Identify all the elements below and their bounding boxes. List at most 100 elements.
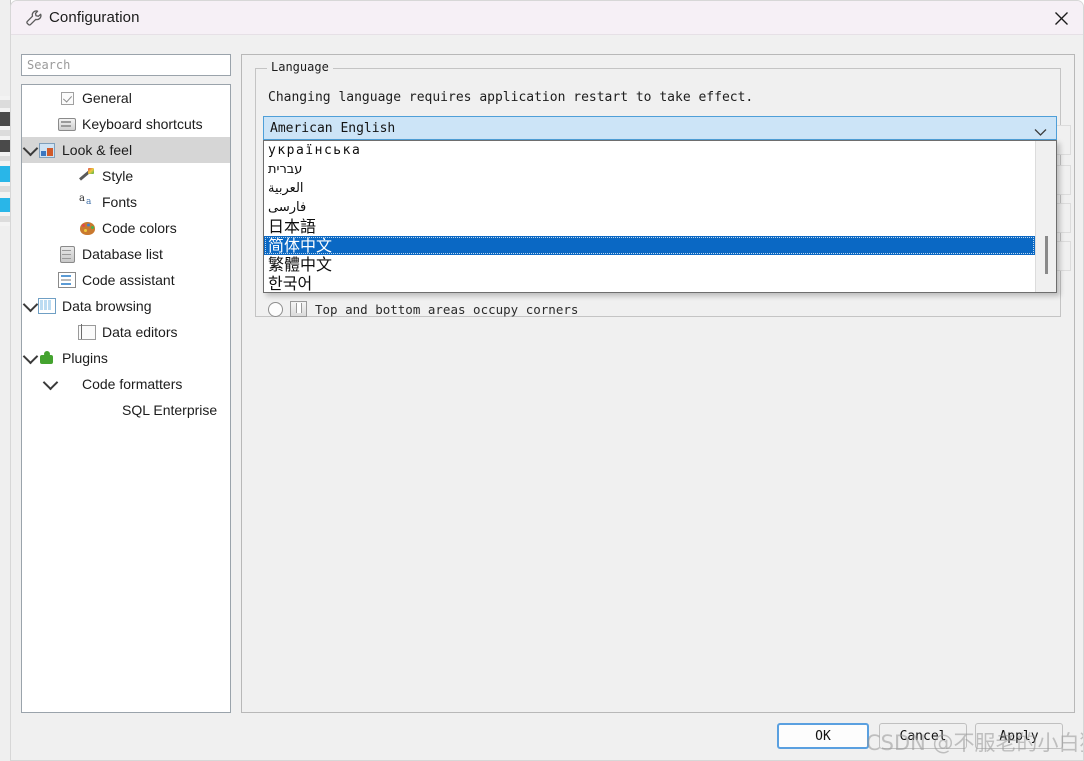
dropdown-scrollbar[interactable] [1035, 141, 1056, 292]
sidebar-item-code-formatters[interactable]: Code formatters [22, 371, 230, 397]
sidebar-item-label: Database list [82, 246, 163, 262]
sidebar-item-label: Plugins [62, 350, 108, 366]
data-browsing-icon-glyph [38, 298, 56, 314]
language-option[interactable]: 한국어 [264, 274, 1035, 292]
chevron-glyph [22, 140, 38, 156]
language-group-title: Language [267, 60, 333, 74]
plugin-icon-glyph [39, 350, 55, 366]
sidebar-item-database-list[interactable]: Database list [22, 241, 230, 267]
scrollbar-thumb[interactable] [1045, 236, 1048, 274]
sidebar-item-label: SQL Enterprise [122, 402, 218, 418]
apply-button-label: Apply [999, 728, 1039, 744]
database-list-icon-glyph [59, 245, 75, 263]
tree-arrow-spacer [42, 267, 58, 293]
chevron-down-icon[interactable] [22, 293, 38, 319]
magic-wand-icon-glyph [79, 168, 95, 184]
wrench-icon [25, 9, 43, 27]
sidebar-item-sql-enterprise[interactable]: SQL Enterprise [22, 397, 230, 423]
language-combobox-value: American English [270, 120, 396, 136]
chevron-glyph [22, 348, 38, 364]
data-editors-icon [78, 323, 96, 341]
settings-tree[interactable]: General Keyboard shortcuts Look & feel Styl… [21, 84, 231, 713]
fonts-icon-glyph [79, 193, 95, 209]
sidebar-item-keyboard-shortcuts[interactable]: Keyboard shortcuts [22, 111, 230, 137]
tree-arrow-spacer [62, 163, 78, 189]
layout-radio-option[interactable]: Top and bottom areas occupy corners [268, 301, 578, 317]
title-bar: Configuration [11, 1, 1083, 35]
chevron-glyph [42, 374, 58, 390]
sidebar-item-plugins[interactable]: Plugins [22, 345, 230, 371]
tree-arrow-spacer [42, 241, 58, 267]
configuration-dialog: Configuration General Keyboard shortcuts L… [10, 0, 1084, 761]
language-option[interactable]: العربية [264, 179, 1035, 198]
sidebar-item-fonts[interactable]: Fonts [22, 189, 230, 215]
data-browsing-icon [38, 297, 56, 315]
keyboard-icon [58, 115, 76, 133]
search-input[interactable] [21, 54, 231, 76]
palette-icon [78, 219, 96, 237]
checkbox-icon-glyph [60, 91, 74, 105]
sidebar-item-style[interactable]: Style [22, 163, 230, 189]
tree-arrow-spacer [82, 397, 98, 423]
language-description: Changing language requires application r… [268, 90, 754, 105]
sidebar-item-data-browsing[interactable]: Data browsing [22, 293, 230, 319]
chevron-down-icon[interactable] [42, 371, 58, 397]
fonts-icon [78, 193, 96, 211]
language-option[interactable]: українська [264, 141, 1035, 160]
sidebar-item-label: Data browsing [62, 298, 152, 314]
chevron-glyph [22, 296, 38, 312]
chevron-down-icon[interactable] [22, 345, 38, 371]
language-option[interactable]: 繁體中文 [264, 255, 1035, 274]
cancel-button-label: Cancel [899, 728, 947, 744]
sidebar-item-label: Keyboard shortcuts [82, 116, 203, 132]
tree-arrow-spacer [42, 85, 58, 111]
sidebar-item-label: Fonts [102, 194, 138, 210]
apply-button[interactable]: Apply [975, 723, 1063, 749]
language-option[interactable]: 日本語 [264, 217, 1035, 236]
database-list-icon [58, 245, 76, 263]
look-and-feel-icon [38, 141, 56, 159]
tree-arrow-spacer [42, 111, 58, 137]
sidebar-item-label: Data editors [102, 324, 178, 340]
sidebar-item-label: Look & feel [62, 142, 133, 158]
sidebar-item-code-colors[interactable]: Code colors [22, 215, 230, 241]
tree-icon-spacer [58, 375, 76, 393]
sidebar-item-label: Style [102, 168, 134, 184]
code-assistant-icon-glyph [58, 272, 76, 288]
sidebar-item-look-feel[interactable]: Look & feel [22, 137, 230, 163]
magic-wand-icon [78, 167, 96, 185]
tree-icon-spacer [98, 401, 116, 419]
layout-preview-icon [290, 301, 307, 317]
ok-button[interactable]: OK [777, 723, 869, 749]
sidebar-item-label: Code colors [102, 220, 177, 236]
code-assistant-icon [58, 271, 76, 289]
keyboard-icon-glyph [58, 117, 76, 131]
language-combobox[interactable]: American English [263, 116, 1057, 140]
sidebar-item-label: Code formatters [82, 376, 183, 392]
language-option[interactable]: فارسی [264, 198, 1035, 217]
tree-arrow-spacer [62, 215, 78, 241]
window-title: Configuration [49, 9, 140, 26]
cancel-button[interactable]: Cancel [879, 723, 967, 749]
sidebar-item-code-assistant[interactable]: Code assistant [22, 267, 230, 293]
sidebar-item-data-editors[interactable]: Data editors [22, 319, 230, 345]
close-icon[interactable] [1037, 1, 1083, 35]
sidebar-item-general[interactable]: General [22, 85, 230, 111]
look-and-feel-icon-glyph [39, 142, 55, 158]
language-dropdown-popup[interactable]: українська עברית العربية فارسی 日本語 简体中文 繁體中文 한국… [263, 140, 1057, 293]
ok-button-label: OK [815, 728, 831, 744]
sidebar-item-label: General [82, 90, 132, 106]
layout-radio-label: Top and bottom areas occupy corners [315, 301, 579, 317]
radio-button[interactable] [268, 301, 283, 317]
plugin-icon [38, 349, 56, 367]
language-option-list[interactable]: українська עברית العربية فارسی 日本語 简体中文 繁體中文 한국… [264, 141, 1035, 292]
sidebar-item-label: Code assistant [82, 272, 175, 288]
checkbox-icon [58, 89, 76, 107]
language-option[interactable]: עברית [264, 160, 1035, 179]
chevron-down-icon[interactable] [22, 137, 38, 163]
palette-icon-glyph [79, 221, 95, 235]
data-editors-icon-glyph [78, 323, 96, 340]
tree-arrow-spacer [62, 189, 78, 215]
language-option[interactable]: 简体中文 [264, 236, 1035, 255]
tree-arrow-spacer [62, 319, 78, 345]
